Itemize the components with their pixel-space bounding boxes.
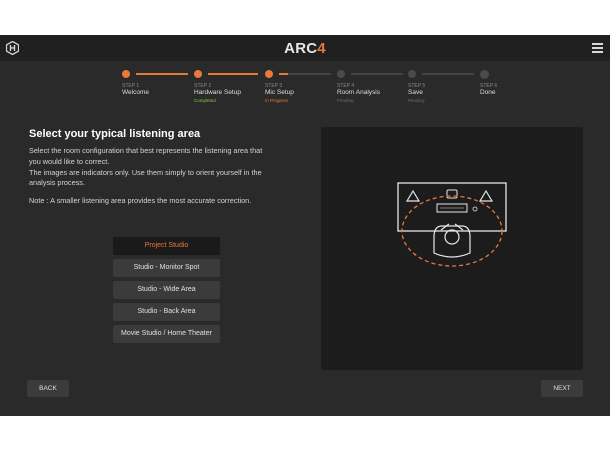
back-button[interactable]: BACK — [27, 380, 69, 397]
step-status: Completed — [194, 98, 216, 103]
step-connector — [351, 73, 403, 75]
note-text: Note : A smaller listening area provides… — [29, 196, 252, 205]
page-title: Select your typical listening area — [29, 128, 201, 140]
hamburger-menu-icon[interactable] — [592, 43, 603, 53]
step-connector — [288, 73, 331, 75]
step-connector — [422, 73, 474, 75]
description-line: The images are indicators only. Use them… — [29, 167, 262, 188]
step-connector — [208, 73, 258, 75]
step-status: Pending — [408, 98, 425, 103]
step-name: Welcome — [122, 89, 149, 96]
option-studio-wide-area[interactable]: Studio - Wide Area — [113, 281, 220, 299]
description: Select the room configuration that best … — [29, 146, 269, 189]
left-speaker-icon — [405, 189, 421, 202]
step-name: Hardware Setup — [194, 89, 241, 96]
right-speaker-icon — [478, 189, 494, 202]
app-title: ARC4 — [284, 40, 326, 57]
step-connector-progress — [279, 73, 288, 75]
step-name: Done — [480, 89, 496, 96]
app-window: ARC4 STEP 1 Welcome STEP 2 Hardware Setu… — [0, 35, 610, 416]
listener-chair-icon — [433, 223, 471, 258]
step-name: Save — [408, 89, 423, 96]
step-dot — [408, 70, 416, 78]
next-button[interactable]: NEXT — [541, 380, 583, 397]
step-dot — [337, 70, 345, 78]
step-dot — [480, 69, 489, 79]
step-status: In Progress — [265, 98, 289, 103]
step-dot — [265, 70, 273, 78]
option-studio-monitor-spot[interactable]: Studio - Monitor Spot — [113, 259, 220, 277]
description-line: Select the room configuration that best … — [29, 146, 263, 166]
step-dot — [122, 70, 130, 78]
option-project-studio[interactable]: Project Studio — [113, 237, 220, 255]
step-status: Pending — [337, 98, 354, 103]
step-connector — [136, 73, 188, 75]
option-movie-studio-home-theater[interactable]: Movie Studio / Home Theater — [113, 325, 220, 343]
step-name: Room Analysis — [337, 89, 380, 96]
step-name: Mic Setup — [265, 89, 294, 96]
top-bar: ARC4 — [0, 35, 610, 61]
step-dot — [194, 70, 202, 78]
option-studio-back-area[interactable]: Studio - Back Area — [113, 303, 220, 321]
center-speaker-icon — [446, 189, 458, 199]
room-diagram-image — [397, 182, 507, 267]
setup-stepper: STEP 1 Welcome STEP 2 Hardware Setup Com… — [0, 69, 610, 110]
room-preview-panel — [321, 127, 583, 370]
mouse-icon — [472, 206, 478, 212]
